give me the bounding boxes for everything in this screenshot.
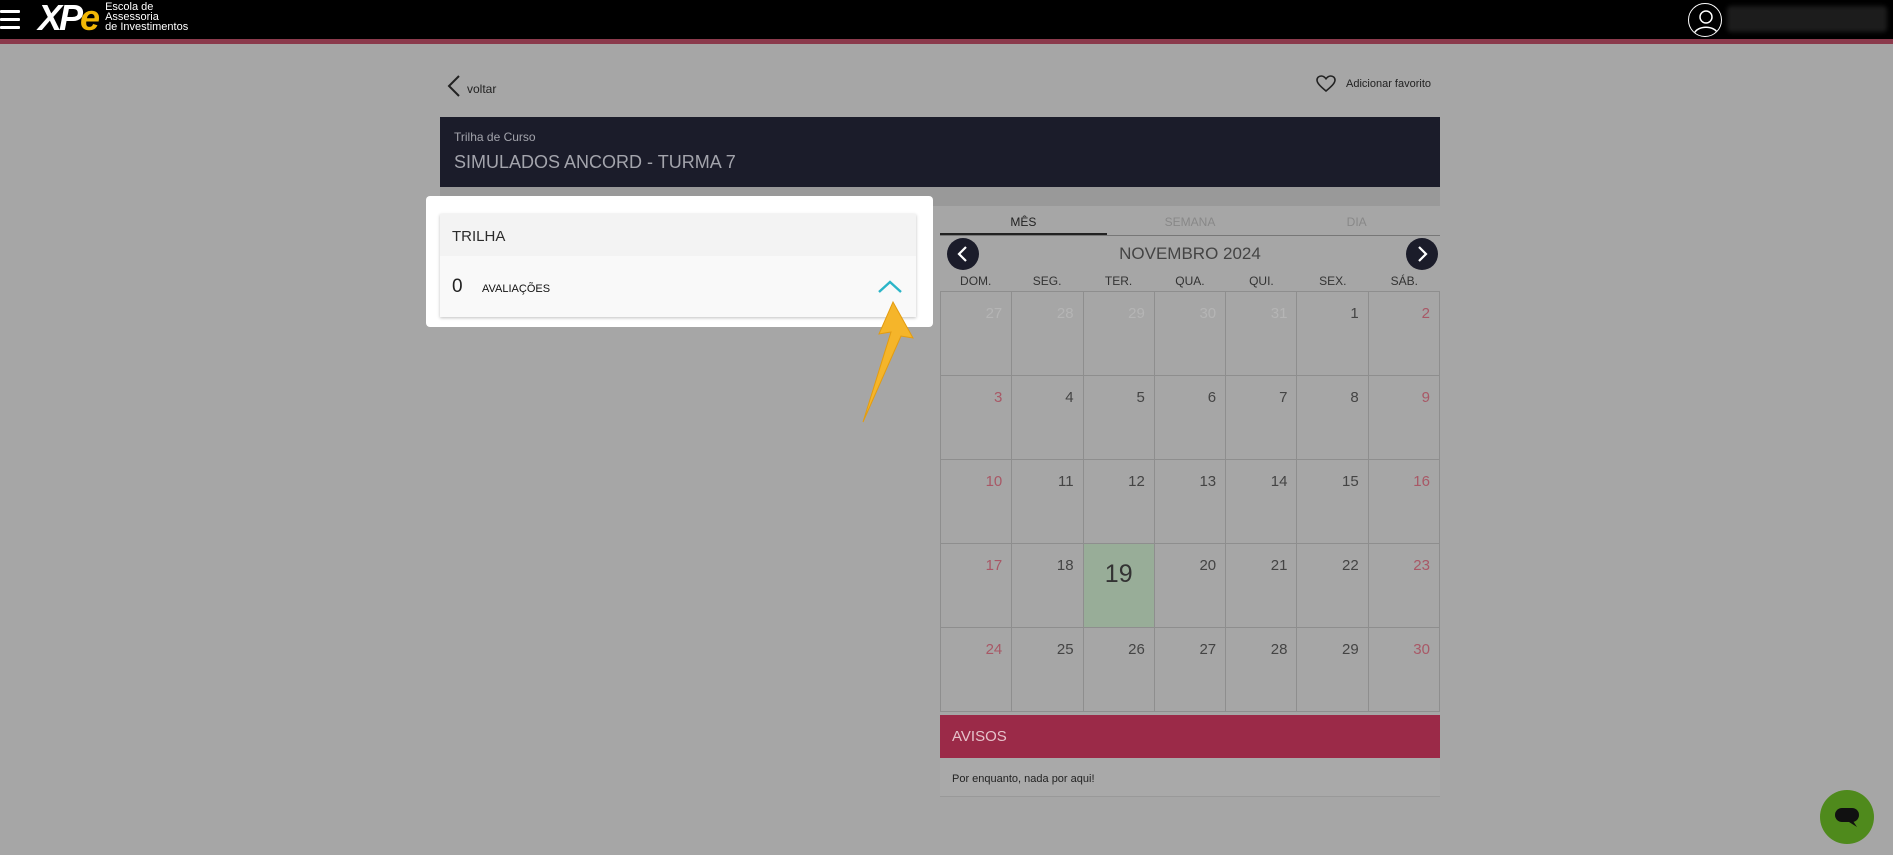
arrow-right-icon bbox=[1418, 246, 1428, 262]
avaliacoes-toggle-row[interactable]: 0 AVALIAÇÕES bbox=[440, 256, 916, 317]
calendar-day[interactable]: 24 bbox=[941, 628, 1013, 712]
month-label: NOVEMBRO 2024 bbox=[1119, 244, 1261, 263]
calendar-day[interactable]: 30 bbox=[1368, 628, 1440, 712]
user-name-redacted bbox=[1727, 6, 1887, 32]
calendar-day[interactable]: 10 bbox=[941, 460, 1013, 544]
weekday-label: SEG. bbox=[1032, 274, 1062, 288]
calendar-day[interactable]: 31 bbox=[1226, 292, 1298, 376]
chevron-up-icon[interactable] bbox=[876, 277, 904, 297]
calendar-day-grid: 27 28 29 30 31 1 2 3 4 5 6 7 8 9 10 11 12 13 14 15 16 17 18 19 2… bbox=[940, 292, 1440, 712]
course-subtitle: Trilha de Curso bbox=[454, 130, 536, 144]
weekday-label: TER. bbox=[1104, 274, 1133, 288]
calendar-day[interactable]: 25 bbox=[1012, 628, 1084, 712]
next-month-button[interactable] bbox=[1406, 238, 1438, 270]
calendar-day[interactable]: 13 bbox=[1154, 460, 1227, 544]
calendar-day[interactable]: 18 bbox=[1012, 544, 1084, 628]
calendar-day[interactable]: 8 bbox=[1297, 376, 1369, 460]
tab-month[interactable]: MÊS bbox=[940, 210, 1107, 235]
weekday-label: QUA. bbox=[1175, 274, 1205, 288]
calendar-day[interactable]: 9 bbox=[1368, 376, 1440, 460]
calendar-day[interactable]: 17 bbox=[941, 544, 1013, 628]
calendar-day[interactable]: 21 bbox=[1226, 544, 1298, 628]
calendar-day[interactable]: 11 bbox=[1012, 460, 1084, 544]
trilha-heading: TRILHA bbox=[440, 214, 916, 256]
calendar-day[interactable]: 16 bbox=[1368, 460, 1440, 544]
calendar-view-tabs: MÊS SEMANA DIA bbox=[940, 210, 1440, 236]
calendar-day[interactable]: 19 bbox=[1083, 544, 1155, 628]
weekday-label: SEX. bbox=[1319, 274, 1347, 288]
calendar-day[interactable]: 28 bbox=[1012, 292, 1084, 376]
calendar-day[interactable]: 27 bbox=[941, 292, 1013, 376]
calendar-day[interactable]: 22 bbox=[1297, 544, 1369, 628]
chevron-left-icon bbox=[447, 75, 460, 97]
top-bar: XPe Escola de Assessoria de Investimento… bbox=[0, 0, 1893, 44]
calendar-day[interactable]: 26 bbox=[1083, 628, 1155, 712]
calendar-day[interactable]: 7 bbox=[1226, 376, 1298, 460]
calendar: MÊS SEMANA DIA NOVEMBRO 2024 DOM. SEG. T… bbox=[940, 210, 1440, 712]
tab-week[interactable]: SEMANA bbox=[1107, 210, 1274, 235]
calendar-day[interactable]: 14 bbox=[1226, 460, 1298, 544]
course-header: Trilha de Curso SIMULADOS ANCORD - TURMA… bbox=[440, 117, 1440, 187]
calendar-day[interactable]: 2 bbox=[1368, 292, 1440, 376]
favorite-label: Adicionar favorito bbox=[1346, 78, 1431, 90]
calendar-day[interactable]: 15 bbox=[1297, 460, 1369, 544]
calendar-day[interactable]: 6 bbox=[1154, 376, 1227, 460]
brand-logo[interactable]: XPe Escola de Assessoria de Investimento… bbox=[38, 0, 188, 36]
avaliacoes-label: AVALIAÇÕES bbox=[482, 282, 551, 295]
user-avatar-icon[interactable] bbox=[1688, 3, 1722, 37]
avaliacoes-count: 0 bbox=[452, 275, 463, 297]
calendar-month-nav: NOVEMBRO 2024 bbox=[940, 236, 1440, 270]
hamburger-menu-icon[interactable] bbox=[0, 10, 22, 30]
calendar-day[interactable]: 5 bbox=[1083, 376, 1155, 460]
logo-subtitle: Escola de Assessoria de Investimentos bbox=[105, 1, 189, 33]
chat-button[interactable] bbox=[1820, 790, 1874, 844]
calendar-day[interactable]: 23 bbox=[1368, 544, 1440, 628]
weekday-label: SÁB. bbox=[1390, 274, 1418, 288]
chat-bubble-icon bbox=[1835, 808, 1859, 827]
heart-icon bbox=[1316, 75, 1336, 93]
calendar-day[interactable]: 3 bbox=[941, 376, 1013, 460]
avisos-heading: AVISOS bbox=[940, 715, 1440, 758]
add-favorite-button[interactable]: Adicionar favorito bbox=[1316, 75, 1431, 93]
back-label: voltar bbox=[467, 82, 497, 96]
back-link[interactable]: voltar bbox=[447, 75, 496, 97]
weekday-label: DOM. bbox=[960, 274, 992, 288]
logo-mark: XPe bbox=[38, 0, 100, 38]
avisos-panel: AVISOS Por enquanto, nada por aqui! bbox=[940, 715, 1440, 797]
trilha-card: TRILHA 0 AVALIAÇÕES bbox=[440, 214, 916, 317]
avisos-empty-text: Por enquanto, nada por aqui! bbox=[940, 758, 1440, 797]
tab-day[interactable]: DIA bbox=[1273, 210, 1440, 235]
calendar-day[interactable]: 28 bbox=[1226, 628, 1298, 712]
weekday-label: QUI. bbox=[1249, 274, 1274, 288]
calendar-day[interactable]: 27 bbox=[1154, 628, 1227, 712]
calendar-day[interactable]: 30 bbox=[1154, 292, 1227, 376]
annotation-arrow-icon bbox=[862, 300, 914, 423]
weekday-header: DOM. SEG. TER. QUA. QUI. SEX. SÁB. bbox=[940, 268, 1440, 292]
calendar-day[interactable]: 29 bbox=[1083, 292, 1155, 376]
course-title: SIMULADOS ANCORD - TURMA 7 bbox=[454, 152, 736, 172]
calendar-day[interactable]: 29 bbox=[1297, 628, 1369, 712]
calendar-day[interactable]: 12 bbox=[1083, 460, 1155, 544]
calendar-day[interactable]: 1 bbox=[1297, 292, 1369, 376]
calendar-day[interactable]: 4 bbox=[1012, 376, 1084, 460]
calendar-day[interactable]: 20 bbox=[1154, 544, 1227, 628]
